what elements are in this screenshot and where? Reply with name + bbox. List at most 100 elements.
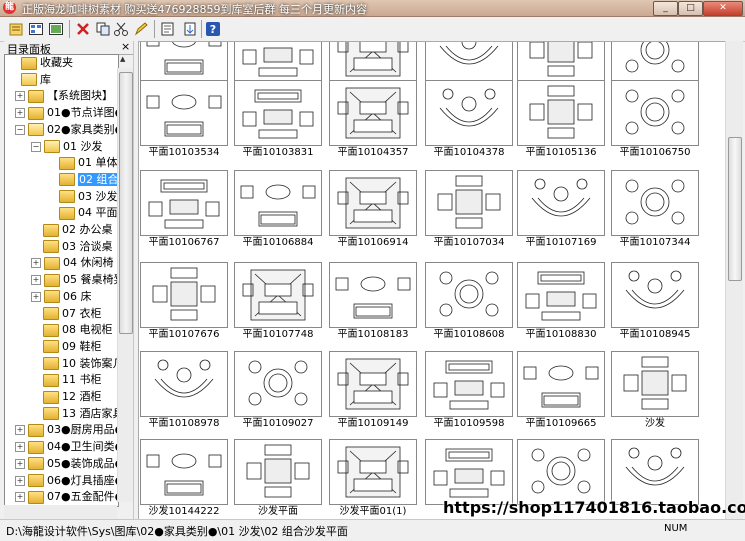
tree-node[interactable]: 13 酒店家具 — [31, 406, 118, 422]
collapse-icon[interactable]: − — [31, 141, 41, 152]
edit-icon[interactable] — [160, 21, 176, 37]
thumbnail-image[interactable] — [611, 439, 699, 505]
tree-node[interactable]: +03●厨房用品● — [15, 422, 118, 438]
expand-icon[interactable]: + — [15, 492, 25, 503]
tree-node-label: 01 沙发 — [63, 139, 103, 153]
tree-node[interactable]: +06 床 — [31, 289, 92, 305]
thumbnail-image[interactable] — [611, 80, 699, 146]
furniture-plan-drawing — [523, 365, 599, 408]
tree-node[interactable]: 07 衣柜 — [31, 306, 102, 322]
collapse-icon[interactable]: − — [15, 124, 25, 135]
tree-node[interactable]: − 01 沙发 — [31, 139, 103, 155]
thumbnail-image[interactable] — [611, 351, 699, 417]
thumbnail-image[interactable] — [329, 42, 417, 84]
tree-node[interactable]: 09 鞋柜 — [31, 339, 102, 355]
tree-node[interactable]: 01 单体沙 — [47, 155, 118, 171]
tree-node[interactable]: +04 休闲椅 — [31, 255, 114, 271]
tree-node[interactable]: 11 书柜 — [31, 372, 102, 388]
thumbnail-image[interactable] — [425, 42, 513, 84]
tree-node[interactable]: +01●节点详图● — [15, 105, 118, 121]
thumbnail-image[interactable] — [425, 351, 513, 417]
scroll-thumb[interactable] — [119, 72, 133, 334]
thumbnail-image[interactable] — [329, 170, 417, 236]
minimize-button[interactable]: _ — [653, 1, 678, 16]
tree-horizontal-scrollbar[interactable] — [4, 505, 117, 519]
maximize-button[interactable]: □ — [678, 1, 703, 16]
tree-node[interactable]: +04●卫生间类● — [15, 439, 118, 455]
thumbnail-image[interactable] — [611, 262, 699, 328]
delete-icon[interactable] — [75, 21, 91, 37]
view-large-icon[interactable] — [48, 21, 64, 37]
thumbnail-image[interactable] — [517, 42, 605, 84]
expand-icon[interactable]: + — [15, 442, 25, 453]
view-icon[interactable] — [28, 21, 44, 37]
expand-icon[interactable]: + — [15, 91, 25, 102]
thumbnail-image[interactable] — [517, 170, 605, 236]
thumbnail-image[interactable] — [140, 351, 228, 417]
expand-icon[interactable]: + — [31, 258, 41, 269]
thumbnail-image[interactable] — [234, 80, 322, 146]
edit-icon[interactable] — [133, 21, 149, 37]
thumbnail-grid[interactable]: 平面10100943平面10100964平面10101097平面10102330… — [138, 41, 727, 521]
tree-node[interactable]: 03 洽谈桌 — [31, 239, 113, 255]
tree-node[interactable]: 库 — [9, 72, 51, 88]
thumbnail-image[interactable] — [425, 170, 513, 236]
thumbnail-image[interactable] — [234, 351, 322, 417]
tree-node[interactable]: +07●五金配件● — [15, 489, 118, 505]
panel-close-button[interactable]: × — [121, 40, 130, 53]
close-button[interactable]: ✕ — [703, 1, 743, 16]
tree-node[interactable]: +05 餐桌椅凳 — [31, 272, 118, 288]
thumbnail-image[interactable] — [140, 439, 228, 505]
thumbnail-image[interactable] — [234, 439, 322, 505]
thumbnail-image[interactable] — [425, 439, 513, 505]
thumbnail-image[interactable] — [329, 262, 417, 328]
tree-node[interactable]: 04 平面立 — [47, 205, 118, 221]
thumbnail-image[interactable] — [234, 262, 322, 328]
thumbnail-image[interactable] — [517, 80, 605, 146]
expand-icon[interactable]: + — [31, 275, 41, 286]
tree-node[interactable]: +06●灯具插座● — [15, 473, 118, 489]
grid-vertical-scrollbar[interactable] — [725, 41, 743, 519]
help-icon[interactable]: ? — [205, 21, 221, 37]
thumbnail-image[interactable] — [611, 42, 699, 84]
insert-icon[interactable] — [182, 21, 198, 37]
thumbnail-caption: 平面10108978 — [148, 418, 220, 429]
thumbnail-image[interactable] — [234, 42, 322, 84]
favorite-add-icon[interactable] — [8, 21, 24, 37]
thumbnail-image[interactable] — [517, 262, 605, 328]
tree-node[interactable]: 02 组合沙 — [47, 172, 118, 188]
tree-node[interactable]: +05●装饰成品● — [15, 456, 118, 472]
tree-node[interactable]: + 【系统图块】 — [15, 88, 113, 104]
thumbnail-image[interactable] — [329, 351, 417, 417]
tree-vertical-scrollbar[interactable]: ▲ — [117, 55, 133, 502]
expand-icon[interactable]: + — [15, 425, 25, 436]
tree-node[interactable]: 02 办公桌 — [31, 222, 113, 238]
thumbnail-image[interactable] — [140, 42, 228, 84]
directory-tree[interactable]: 收藏夹库 + 【系统图块】 +01●节点详图● −02●家具类别● −01 沙发 01 单体… — [4, 54, 119, 507]
tree-node[interactable]: 03 沙发过 — [47, 189, 118, 205]
expand-icon[interactable]: + — [15, 475, 25, 486]
thumbnail-image[interactable] — [517, 351, 605, 417]
tree-node[interactable]: 收藏夹 — [9, 55, 73, 71]
thumbnail-image[interactable] — [140, 262, 228, 328]
scroll-up-arrow[interactable]: ▲ — [120, 55, 125, 63]
tree-node[interactable]: 12 酒柜 — [31, 389, 102, 405]
thumbnail-image[interactable] — [329, 439, 417, 505]
thumbnail-image[interactable] — [425, 262, 513, 328]
thumbnail-image[interactable] — [517, 439, 605, 505]
tree-node[interactable]: 08 电视柜 — [31, 322, 113, 338]
thumbnail-image[interactable] — [329, 80, 417, 146]
thumbnail-image[interactable] — [425, 80, 513, 146]
thumbnail-image[interactable] — [140, 170, 228, 236]
thumbnail-image[interactable] — [234, 170, 322, 236]
tree-node[interactable]: − 02●家具类别● — [15, 122, 118, 138]
copy-icon[interactable] — [95, 21, 111, 37]
expand-icon[interactable]: + — [31, 291, 41, 302]
expand-icon[interactable]: + — [15, 108, 25, 119]
scroll-thumb[interactable] — [728, 137, 742, 281]
tree-node[interactable]: 10 装饰案几 — [31, 356, 118, 372]
thumbnail-image[interactable] — [611, 170, 699, 236]
cut-icon[interactable] — [113, 21, 129, 37]
expand-icon[interactable]: + — [15, 458, 25, 469]
thumbnail-image[interactable] — [140, 80, 228, 146]
